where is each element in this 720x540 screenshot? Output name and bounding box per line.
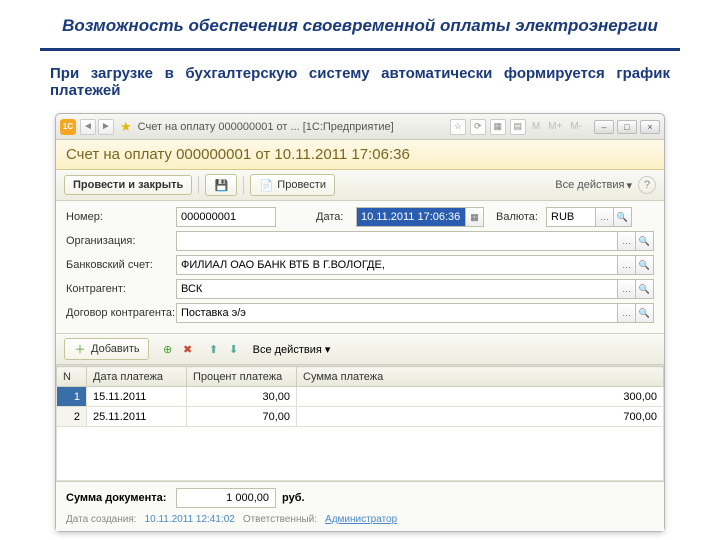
counterparty-search-button[interactable]: 🔍	[636, 279, 654, 299]
form-area: Номер: 000000001 Дата: 10.11.2011 17:06:…	[56, 201, 664, 333]
cell-n[interactable]: 1	[57, 387, 87, 407]
mem-mminus[interactable]: М-	[568, 121, 584, 132]
sum-unit: руб.	[282, 492, 305, 504]
cell-sum[interactable]: 300,00	[297, 387, 664, 407]
close-button[interactable]: ×	[640, 120, 660, 134]
cell-date[interactable]: 15.11.2011	[87, 387, 187, 407]
bank-field[interactable]: ФИЛИАЛ ОАО БАНК ВТБ В Г.ВОЛОГДЕ,	[176, 255, 618, 275]
cell-sum[interactable]: 700,00	[297, 407, 664, 427]
delete-icon[interactable]: ✖	[181, 342, 195, 356]
created-label: Дата создания:	[66, 514, 137, 525]
chevron-down-icon: ▾	[325, 344, 331, 356]
star-icon[interactable]: ★	[120, 119, 132, 135]
app-logo-icon: 1C	[60, 119, 76, 135]
slide-subtitle: При загрузке в бухгалтерскую систему авт…	[0, 65, 720, 107]
titlebar-right: ☆ ⟳ ▦ ▤ М М+ М- – □ ×	[450, 119, 660, 135]
all-actions-link[interactable]: Все действия ▾	[555, 179, 632, 192]
post-and-close-button[interactable]: Провести и закрыть	[64, 175, 192, 195]
main-toolbar: Провести и закрыть 💾 📄 Провести Все дейст…	[56, 170, 664, 201]
counterparty-more-button[interactable]: …	[618, 279, 636, 299]
resp-label: Ответственный:	[243, 514, 317, 525]
post-button[interactable]: 📄 Провести	[250, 174, 335, 196]
help-button[interactable]: ?	[638, 176, 656, 194]
move-up-icon[interactable]: ⬆	[207, 342, 221, 356]
org-label: Организация:	[66, 235, 176, 247]
sum-field[interactable]: 1 000,00	[176, 488, 276, 508]
cell-date[interactable]: 25.11.2011	[87, 407, 187, 427]
nav-back-icon[interactable]: ◄	[80, 119, 96, 135]
table-row[interactable]: 1 15.11.2011 30,00 300,00	[57, 387, 664, 407]
org-more-button[interactable]: …	[618, 231, 636, 251]
save-icon: 💾	[214, 178, 228, 192]
contract-search-button[interactable]: 🔍	[636, 303, 654, 323]
cell-percent[interactable]: 30,00	[187, 387, 297, 407]
move-down-icon[interactable]: ⬇	[227, 342, 241, 356]
table-row[interactable]: 2 25.11.2011 70,00 700,00	[57, 407, 664, 427]
minimize-button[interactable]: –	[594, 120, 614, 134]
calc-icon[interactable]: ▦	[490, 119, 506, 135]
number-field[interactable]: 000000001	[176, 207, 276, 227]
contract-more-button[interactable]: …	[618, 303, 636, 323]
grid-all-actions-link[interactable]: Все действия ▾	[253, 343, 331, 356]
cell-percent[interactable]: 70,00	[187, 407, 297, 427]
col-percent[interactable]: Процент платежа	[187, 367, 297, 387]
plus-icon: ＋	[73, 342, 87, 356]
bank-more-button[interactable]: …	[618, 255, 636, 275]
currency-search-button[interactable]: 🔍	[614, 207, 632, 227]
window-title: Счет на оплату 000000001 от ... [1С:Пред…	[138, 121, 394, 133]
post-icon: 📄	[259, 178, 273, 192]
post-label: Провести	[277, 179, 326, 191]
date-field[interactable]: 10.11.2011 17:06:36	[356, 207, 466, 227]
window-controls: – □ ×	[594, 120, 660, 134]
chevron-down-icon: ▾	[626, 179, 632, 192]
contract-label: Договор контрагента:	[66, 307, 176, 319]
mem-m[interactable]: М	[530, 121, 542, 132]
document-header: Счет на оплату 000000001 от 10.11.2011 1…	[56, 140, 664, 170]
col-n[interactable]: N	[57, 367, 87, 387]
empty-area	[57, 427, 664, 481]
grid-toolbar: ＋Добавить ⊕ ✖ ⬆ ⬇ Все действия ▾	[56, 333, 664, 365]
duplicate-icon[interactable]: ⊕	[161, 342, 175, 356]
nav-fwd-icon[interactable]: ►	[98, 119, 114, 135]
title-underline	[40, 48, 680, 51]
currency-more-button[interactable]: …	[596, 207, 614, 227]
bank-label: Банковский счет:	[66, 259, 176, 271]
currency-field[interactable]: RUB	[546, 207, 596, 227]
resp-value[interactable]: Администратор	[325, 514, 397, 525]
created-value: 10.11.2011 12:41:02	[145, 514, 235, 525]
payments-grid: N Дата платежа Процент платежа Сумма пла…	[56, 365, 664, 481]
contract-field[interactable]: Поставка э/э	[176, 303, 618, 323]
favorite-icon[interactable]: ☆	[450, 119, 466, 135]
date-picker-button[interactable]: ▦	[466, 207, 484, 227]
counterparty-label: Контрагент:	[66, 283, 176, 295]
counterparty-field[interactable]: ВСК	[176, 279, 618, 299]
maximize-button[interactable]: □	[617, 120, 637, 134]
footer: Сумма документа: 1 000,00 руб. Дата созд…	[56, 481, 664, 531]
nav-arrows: ◄ ►	[80, 119, 114, 135]
col-date[interactable]: Дата платежа	[87, 367, 187, 387]
org-search-button[interactable]: 🔍	[636, 231, 654, 251]
app-window: 1C ◄ ► ★ Счет на оплату 000000001 от ...…	[55, 113, 665, 532]
col-sum[interactable]: Сумма платежа	[297, 367, 664, 387]
history-icon[interactable]: ⟳	[470, 119, 486, 135]
org-field[interactable]	[176, 231, 618, 251]
cell-n[interactable]: 2	[57, 407, 87, 427]
add-button[interactable]: ＋Добавить	[64, 338, 149, 360]
bank-search-button[interactable]: 🔍	[636, 255, 654, 275]
date-label: Дата:	[316, 211, 356, 223]
mem-mplus[interactable]: М+	[546, 121, 564, 132]
titlebar: 1C ◄ ► ★ Счет на оплату 000000001 от ...…	[56, 114, 664, 140]
calendar-icon[interactable]: ▤	[510, 119, 526, 135]
number-label: Номер:	[66, 211, 176, 223]
sum-label: Сумма документа:	[66, 492, 176, 504]
slide-title: Возможность обеспечения своевременной оп…	[0, 0, 720, 44]
save-button[interactable]: 💾	[205, 174, 237, 196]
currency-label: Валюта:	[496, 211, 546, 223]
